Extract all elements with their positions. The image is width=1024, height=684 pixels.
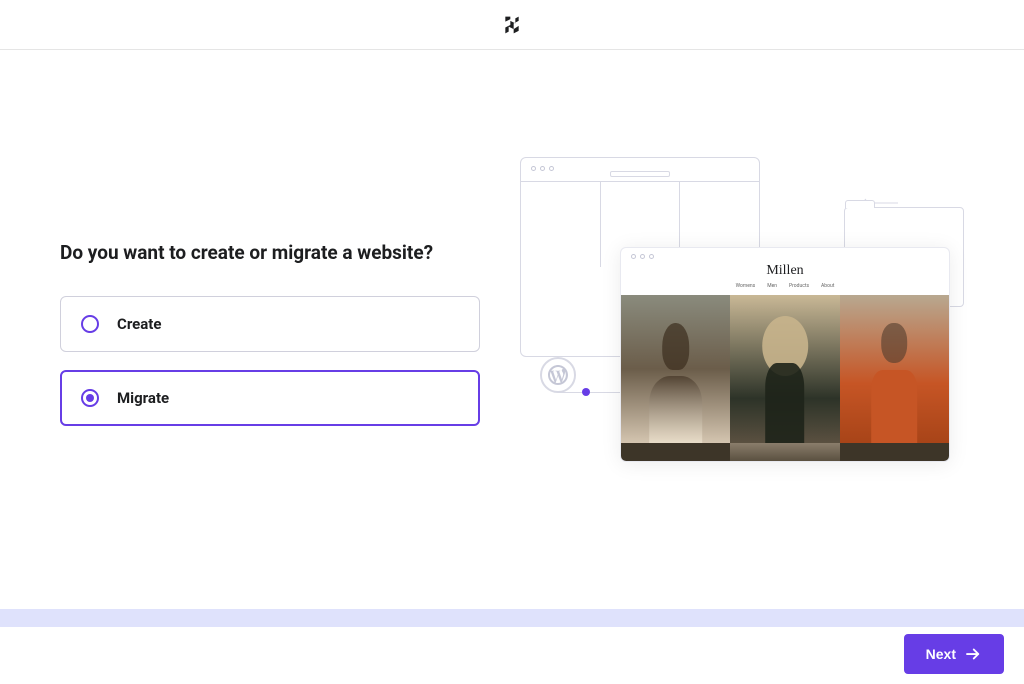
connector-dot-icon bbox=[582, 388, 590, 396]
radio-selected-icon bbox=[86, 394, 94, 402]
preview-browser: Millen Womens Men Products About bbox=[620, 247, 950, 462]
arrow-right-icon bbox=[964, 645, 982, 663]
option-migrate-label: Migrate bbox=[117, 389, 169, 407]
nav-item: Products bbox=[789, 283, 809, 289]
next-button[interactable]: Next bbox=[904, 634, 1004, 674]
main-content: Do you want to create or migrate a websi… bbox=[0, 50, 1024, 634]
preview-gallery bbox=[621, 295, 949, 443]
nav-item: Womens bbox=[736, 283, 756, 289]
radio-icon bbox=[81, 315, 99, 333]
page-question: Do you want to create or migrate a websi… bbox=[60, 241, 480, 264]
preview-site-title: Millen bbox=[621, 263, 949, 279]
illustration-panel: Millen Womens Men Products About bbox=[520, 157, 964, 527]
progress-bar bbox=[0, 609, 1024, 627]
brand-logo-icon bbox=[502, 15, 522, 35]
nav-item: About bbox=[821, 283, 834, 289]
wordpress-icon bbox=[540, 357, 576, 393]
nav-item: Men bbox=[767, 283, 777, 289]
option-migrate[interactable]: Migrate bbox=[60, 370, 480, 426]
left-panel: Do you want to create or migrate a websi… bbox=[60, 241, 520, 444]
radio-icon bbox=[81, 389, 99, 407]
next-button-label: Next bbox=[926, 646, 956, 662]
connector-line-icon bbox=[558, 392, 628, 393]
header bbox=[0, 0, 1024, 50]
option-create-label: Create bbox=[117, 315, 161, 333]
preview-site-nav: Womens Men Products About bbox=[621, 283, 949, 289]
option-create[interactable]: Create bbox=[60, 296, 480, 352]
